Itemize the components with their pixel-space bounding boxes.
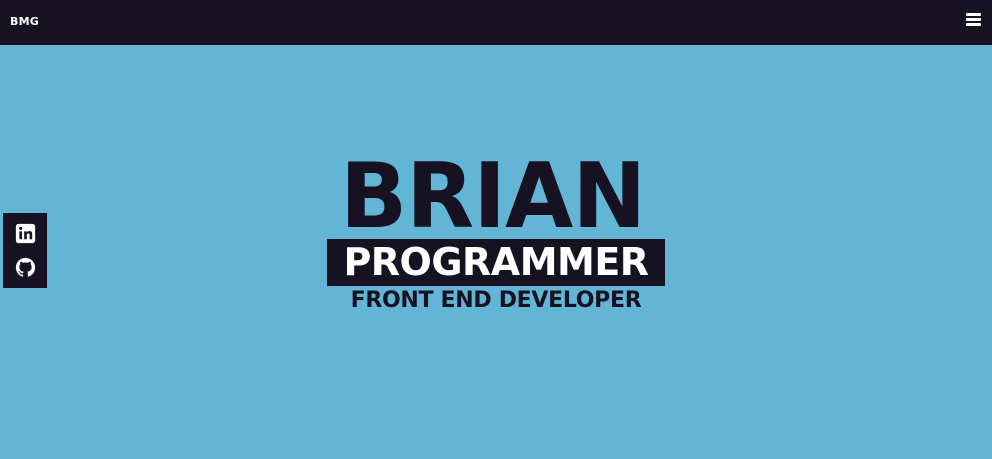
hero-subtitle: FRONT END DEVELOPER xyxy=(350,288,642,313)
hero-section: BRIAN PROGRAMMER FRONT END DEVELOPER xyxy=(326,144,668,318)
menu-line xyxy=(966,13,981,16)
github-icon xyxy=(15,257,36,277)
menu-line xyxy=(966,23,981,26)
hero-role-banner: PROGRAMMER xyxy=(327,239,665,286)
linkedin-link[interactable] xyxy=(15,223,36,244)
github-link[interactable] xyxy=(15,257,36,278)
social-links-panel xyxy=(3,213,47,288)
hero-name: BRIAN xyxy=(340,144,646,249)
hero-role: PROGRAMMER xyxy=(343,240,649,284)
menu-line xyxy=(966,18,981,21)
linkedin-icon xyxy=(15,223,36,244)
hamburger-menu-icon[interactable] xyxy=(964,11,984,29)
top-navbar: BMG xyxy=(0,0,992,45)
brand-logo-link[interactable]: BMG xyxy=(10,15,39,29)
